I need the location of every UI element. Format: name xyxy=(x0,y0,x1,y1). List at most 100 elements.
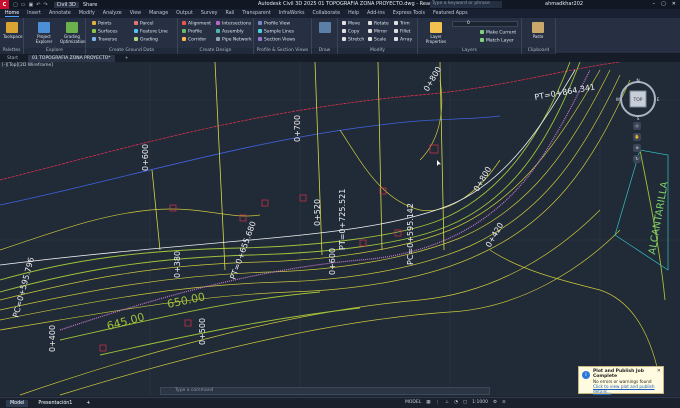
mirror-button[interactable]: Mirror xyxy=(368,29,387,35)
annotation-scale[interactable]: 1:1000 xyxy=(472,400,488,405)
share-button[interactable]: Share xyxy=(83,2,97,8)
zoom-icon[interactable]: ⊕ xyxy=(633,144,641,152)
layer-dropdown[interactable]: 0 xyxy=(452,21,518,27)
layer-properties-button[interactable]: Layer Properties xyxy=(424,22,448,44)
open-icon[interactable]: ▭ xyxy=(21,2,26,8)
grading-button[interactable]: Grading xyxy=(134,37,158,43)
alignment-button[interactable]: Alignment xyxy=(182,21,211,27)
create-design-group: Alignment Profile Corridor Intersections… xyxy=(178,18,254,54)
close-icon[interactable]: ✕ xyxy=(672,1,676,7)
minimize-icon[interactable]: – xyxy=(653,1,656,7)
stretch-button[interactable]: Stretch xyxy=(342,37,364,43)
copy-button[interactable]: Copy xyxy=(342,29,359,35)
modify-group: Move Copy Stretch Rotate Mirror Scale Tr… xyxy=(338,18,418,54)
ribbon-tab-home[interactable]: Home xyxy=(5,11,20,17)
pan-icon[interactable]: ✋ xyxy=(633,133,641,141)
fillet-button[interactable]: Fillet xyxy=(394,29,411,35)
steering-wheel-icon[interactable]: ◎ xyxy=(633,122,641,130)
ribbon-tab-express-tools[interactable]: Express Tools xyxy=(393,11,425,16)
ribbon-tab-infraworks[interactable]: InfraWorks xyxy=(279,11,305,16)
title-bar: C ▢ ▭ ▣ ↶ ↷ Civil 3D Share Autodesk Civi… xyxy=(0,0,680,9)
scale-button[interactable]: Scale xyxy=(368,37,386,43)
notification-link[interactable]: Click to view plot and publish details..… xyxy=(593,384,660,394)
app-menu-button[interactable]: C xyxy=(0,0,9,9)
snap-icon[interactable]: ⋮ xyxy=(436,400,441,405)
project-explorer-button[interactable]: Project Explorer xyxy=(34,22,54,44)
assembly-button[interactable]: Assembly xyxy=(216,29,244,35)
ribbon-tab-transparent[interactable]: Transparent xyxy=(242,11,270,16)
ribbon-tab-manage[interactable]: Manage xyxy=(149,11,168,16)
array-button[interactable]: Array xyxy=(394,37,412,43)
undo-icon[interactable]: ↶ xyxy=(36,2,40,8)
drawing-tab[interactable]: 01 TOPOGRAFIA ZONA PROYECTO* xyxy=(28,54,115,62)
polar-icon[interactable]: ◔ xyxy=(454,400,458,405)
draw-line-button[interactable] xyxy=(316,22,334,34)
ribbon-tab-collaborate[interactable]: Collaborate xyxy=(312,11,340,16)
osnap-icon[interactable]: ▢ xyxy=(463,400,467,405)
grading-optimization-icon xyxy=(66,22,78,33)
paste-button[interactable]: Paste xyxy=(529,22,547,39)
surfaces-button[interactable]: Surfaces xyxy=(92,29,118,35)
add-layout-button[interactable]: + xyxy=(82,400,94,407)
ribbon-tab-view[interactable]: View xyxy=(130,11,141,16)
project-explorer-label: Project Explorer xyxy=(35,34,53,44)
match-layer-button[interactable]: Match Layer xyxy=(480,38,514,44)
move-button[interactable]: Move xyxy=(342,21,360,27)
workspace-selector[interactable]: Civil 3D xyxy=(53,1,79,8)
ribbon-tab-help[interactable]: Help xyxy=(348,11,359,16)
ribbon-tab-insert[interactable]: Insert xyxy=(27,11,41,16)
section-views-button[interactable]: Section Views xyxy=(258,37,295,43)
viewcube[interactable]: TOP N S E W xyxy=(616,77,660,121)
new-icon[interactable]: ▢ xyxy=(13,2,18,8)
ribbon-tab-modify[interactable]: Modify xyxy=(79,11,95,16)
parcel-button[interactable]: Parcel xyxy=(134,21,154,27)
feature-line-button[interactable]: Feature Line xyxy=(134,29,168,35)
close-icon[interactable]: ✕ xyxy=(657,368,661,374)
command-line-input[interactable]: Type a command xyxy=(160,387,490,395)
settings-icon[interactable]: ⚙ xyxy=(493,400,497,405)
user-account[interactable]: ahmadkhar202 xyxy=(545,1,583,7)
status-toggles: MODEL ▦ ⋮ ⊥ ◔ ▢ 1:1000 ⚙ ≡ xyxy=(405,400,506,405)
start-tab[interactable]: Start xyxy=(3,55,22,62)
layout1-tab[interactable]: Presentación1 xyxy=(34,400,76,407)
ribbon-tab-analyze[interactable]: Analyze xyxy=(103,11,122,16)
intersections-button[interactable]: Intersections xyxy=(216,21,251,27)
make-current-button[interactable]: Make Current xyxy=(480,30,516,36)
ribbon-tab-output[interactable]: Output xyxy=(176,11,193,16)
profile-view-button[interactable]: Profile View xyxy=(258,21,290,27)
ribbon-tab-rail[interactable]: Rail xyxy=(226,11,235,16)
points-button[interactable]: Points xyxy=(92,21,112,27)
viewport-controls[interactable]: [-][Top][2D Wireframe] xyxy=(2,63,53,68)
notification-title: Plot and Publish Job Complete xyxy=(593,369,644,379)
grid-icon[interactable]: ▦ xyxy=(426,400,430,405)
traverse-button[interactable]: Traverse xyxy=(92,37,117,43)
save-icon[interactable]: ▣ xyxy=(28,2,33,8)
search-input[interactable]: Type a keyword or phrase xyxy=(430,1,502,8)
trim-button[interactable]: Trim xyxy=(394,21,410,27)
ribbon-tab-featured-apps[interactable]: Featured Apps xyxy=(433,11,468,16)
project-explorer-icon xyxy=(38,22,50,33)
toolspace-button[interactable]: Toolspace xyxy=(3,22,23,39)
menu-icon[interactable]: ≡ xyxy=(502,400,506,405)
station-label-1: 0+600 xyxy=(141,144,150,171)
new-tab-button[interactable]: + xyxy=(121,55,133,62)
orbit-icon[interactable]: ↻ xyxy=(633,155,641,163)
ribbon-tab-survey[interactable]: Survey xyxy=(201,11,218,16)
ribbon-tab-add-ins[interactable]: Add-ins xyxy=(367,11,385,16)
model-layout-tab[interactable]: Model xyxy=(6,399,29,407)
ortho-icon[interactable]: ⊥ xyxy=(445,400,449,405)
rotate-button[interactable]: Rotate xyxy=(368,21,389,27)
corridor-button[interactable]: Corridor xyxy=(182,37,206,43)
layers-group: Layer Properties 0 Make Current Match La… xyxy=(418,18,522,54)
station-label-7: 0+400 xyxy=(48,325,57,352)
profile-button[interactable]: Profile xyxy=(182,29,202,35)
pipe-network-button[interactable]: Pipe Network xyxy=(216,37,252,43)
sample-lines-button[interactable]: Sample Lines xyxy=(258,29,294,35)
grading-optimization-button[interactable]: Grading Optimization xyxy=(60,22,86,44)
drawing-canvas[interactable]: [-][Top][2D Wireframe] 0+600 0+700 0+800… xyxy=(0,62,680,396)
redo-icon[interactable]: ↷ xyxy=(43,2,47,8)
plot-publish-notification[interactable]: i ✕ Plot and Publish Job Complete No err… xyxy=(578,366,664,394)
ribbon-tab-annotate[interactable]: Annotate xyxy=(49,11,71,16)
maximize-icon[interactable]: ▢ xyxy=(661,1,666,7)
model-space-toggle[interactable]: MODEL xyxy=(405,400,421,405)
